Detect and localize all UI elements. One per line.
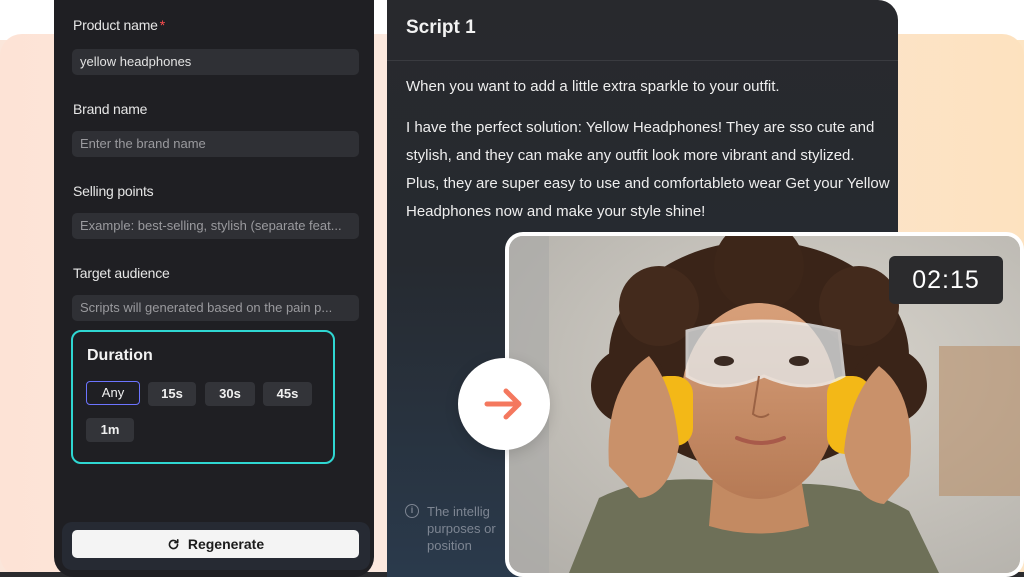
brand-name-label: Brand name xyxy=(73,101,148,117)
duration-option-30s[interactable]: 30s xyxy=(205,382,255,406)
regenerate-button[interactable]: Regenerate xyxy=(72,530,359,558)
product-name-label: Product name * xyxy=(73,17,166,33)
duration-option-1m[interactable]: 1m xyxy=(86,418,134,442)
regenerate-label: Regenerate xyxy=(187,536,265,552)
refresh-icon xyxy=(168,538,179,549)
duration-title: Duration xyxy=(87,347,153,364)
video-timer: 02:15 xyxy=(889,256,1003,304)
duration-option-45s[interactable]: 45s xyxy=(263,382,312,406)
video-preview[interactable]: 02:15 xyxy=(505,232,1024,577)
info-icon: i xyxy=(405,504,419,518)
duration-option-15s[interactable]: 15s xyxy=(148,382,196,406)
script-divider xyxy=(387,60,898,61)
next-arrow-button[interactable] xyxy=(458,358,550,450)
product-name-input[interactable]: yellow headphones xyxy=(72,49,359,75)
duration-section: Duration Any 15s 30s 45s 1m xyxy=(71,330,335,464)
script-settings-panel: Product name * yellow headphones Brand na… xyxy=(54,0,374,577)
script-paragraph: I have the perfect solution: Yellow Head… xyxy=(406,119,890,220)
script-paragraph: When you want to add a little extra spar… xyxy=(406,78,780,95)
arrow-right-icon xyxy=(484,388,522,420)
duration-option-any[interactable]: Any xyxy=(86,381,140,405)
script-title: Script 1 xyxy=(406,17,476,38)
target-audience-input[interactable]: Scripts will generated based on the pain… xyxy=(72,295,359,321)
required-asterisk: * xyxy=(159,17,166,33)
brand-name-input[interactable]: Enter the brand name xyxy=(72,131,359,157)
target-audience-label: Target audience xyxy=(73,265,170,281)
selling-points-input[interactable]: Example: best-selling, stylish (separate… xyxy=(72,213,359,239)
selling-points-label: Selling points xyxy=(73,183,154,199)
